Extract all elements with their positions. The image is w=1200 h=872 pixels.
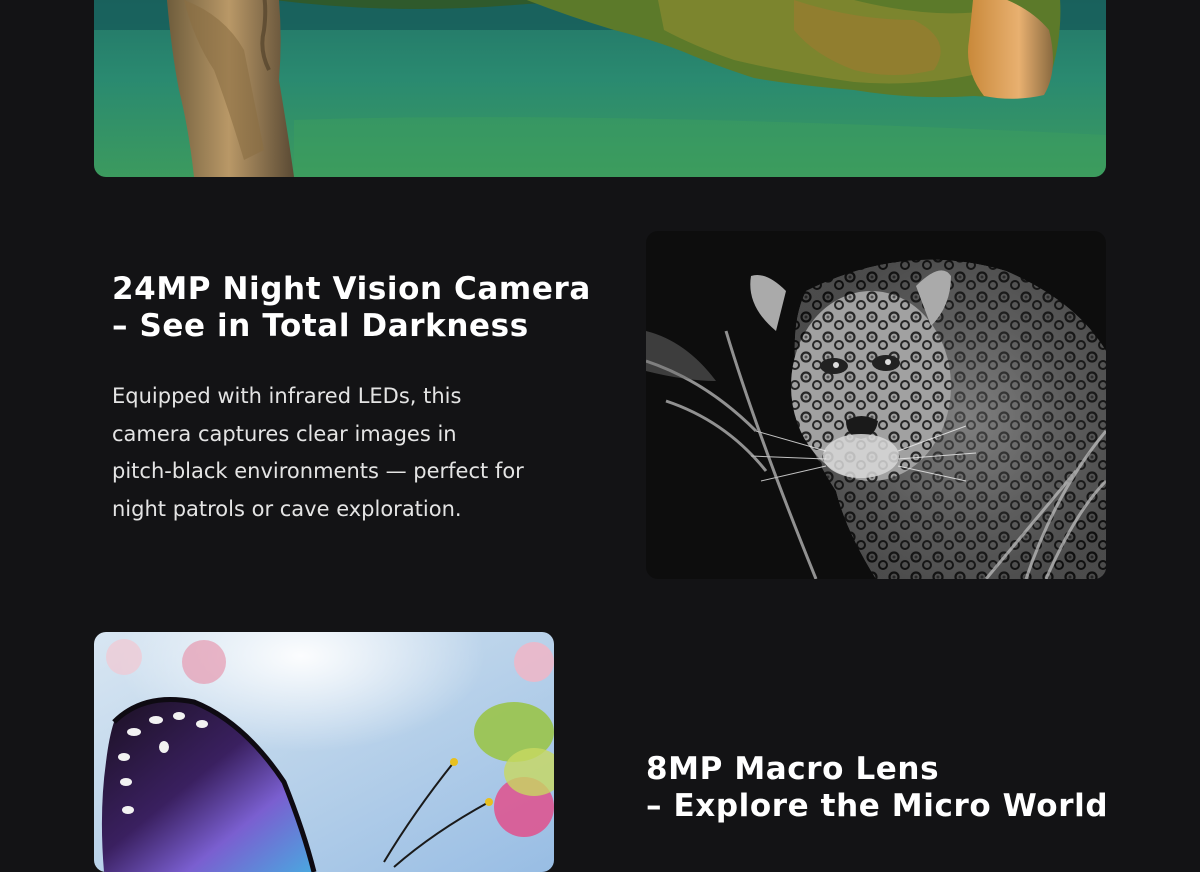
night-vision-desc-line: camera captures clear images in (112, 421, 457, 446)
macro-lens-title-line-2: – Explore the Micro World (646, 788, 1109, 824)
night-vision-title-line-2: – See in Total Darkness (112, 308, 529, 344)
night-vision-desc-line: pitch-black environments — perfect for (112, 459, 524, 483)
macro-butterfly-image (94, 632, 554, 872)
night-vision-desc-line: Equipped with infrared LEDs, this (112, 384, 462, 408)
night-vision-title: 24MP Night Vision Camera – See in Total … (112, 271, 591, 345)
night-vision-leopard-image (646, 231, 1106, 579)
night-vision-description: Equipped with infrared LEDs, this camera… (112, 378, 552, 528)
macro-lens-title-line-1: 8MP Macro Lens (646, 751, 940, 787)
night-vision-desc-line: night patrols or cave exploration. (112, 496, 462, 521)
night-vision-title-line-1: 24MP Night Vision Camera (112, 271, 591, 307)
island-lagoon-image (94, 0, 1106, 177)
macro-lens-title: 8MP Macro Lens – Explore the Micro World (646, 751, 1108, 825)
